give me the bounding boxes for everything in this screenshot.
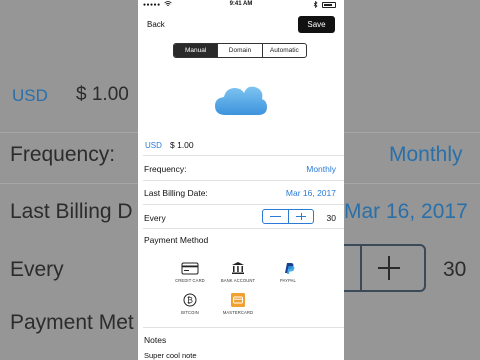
amount-field[interactable]: $ 1.00 xyxy=(170,140,194,150)
currency-code[interactable]: USD xyxy=(145,141,162,150)
payment-label: PAYPAL xyxy=(280,278,296,283)
mode-segmented-control: Manual Domain Automatic xyxy=(173,43,307,58)
notes-label: Notes xyxy=(144,335,167,345)
bank-icon xyxy=(227,261,249,275)
back-button[interactable]: Back xyxy=(147,20,165,29)
last-billing-value[interactable]: Mar 16, 2017 xyxy=(286,188,336,198)
cloud-icon[interactable] xyxy=(214,84,268,116)
every-stepper xyxy=(262,209,314,224)
payment-credit-card[interactable]: CREDIT CARD xyxy=(168,261,212,283)
bg-plus-icon xyxy=(372,246,406,290)
payment-label: BANK ACCOUNT xyxy=(220,278,256,283)
bg-payment-label: Payment Met xyxy=(10,311,134,334)
tab-manual[interactable]: Manual xyxy=(174,44,218,57)
payment-label: CREDIT CARD xyxy=(175,278,205,283)
notes-field[interactable]: Super cool note xyxy=(144,351,197,360)
bg-currency-code: USD xyxy=(12,86,48,105)
every-label: Every xyxy=(144,213,166,223)
last-billing-label: Last Billing Date: xyxy=(144,188,208,198)
divider xyxy=(143,228,344,229)
bg-frequency-label: Frequency: xyxy=(10,143,116,166)
bluetooth-icon xyxy=(313,0,318,10)
payment-label: BITCOIN xyxy=(181,310,199,315)
frequency-label: Frequency: xyxy=(144,164,187,174)
save-button[interactable]: Save xyxy=(298,16,335,33)
payment-bitcoin[interactable]: ₿ BITCOIN xyxy=(168,293,212,315)
payment-paypal[interactable]: PAYPAL xyxy=(266,261,310,283)
bg-last-billing-label: Last Billing D xyxy=(10,200,133,223)
divider xyxy=(143,204,344,205)
frequency-value[interactable]: Monthly xyxy=(306,164,336,174)
paypal-icon xyxy=(277,261,299,275)
bg-every-label: Every xyxy=(10,258,64,281)
status-bar: ●●●●● 9:41 AM xyxy=(138,0,344,10)
decrement-button[interactable] xyxy=(263,210,288,223)
payment-label: MASTERCARD xyxy=(222,310,254,315)
bitcoin-icon: ₿ xyxy=(179,293,201,307)
payment-mastercard[interactable]: MASTERCARD xyxy=(216,293,260,315)
bg-frequency-value: Monthly xyxy=(389,143,463,166)
credit-card-icon xyxy=(179,261,201,275)
payment-bank-account[interactable]: BANK ACCOUNT xyxy=(216,261,260,283)
divider xyxy=(143,155,344,156)
bg-last-billing-value: Mar 16, 2017 xyxy=(344,200,468,223)
divider xyxy=(143,327,344,328)
phone-screen: ●●●●● 9:41 AM Back Save Manual Domain Au… xyxy=(138,0,344,360)
tab-domain[interactable]: Domain xyxy=(217,44,261,57)
bg-stepper-divider xyxy=(360,246,362,292)
divider xyxy=(143,180,344,181)
every-value: 30 xyxy=(326,213,336,223)
bg-every-value: 30 xyxy=(443,258,467,281)
increment-button[interactable] xyxy=(287,210,314,223)
payment-method-title: Payment Method xyxy=(144,235,209,245)
battery-icon xyxy=(322,2,336,8)
tab-automatic[interactable]: Automatic xyxy=(261,44,306,57)
mastercard-icon xyxy=(227,293,249,307)
svg-text:₿: ₿ xyxy=(187,296,193,305)
bg-amount: $ 1.00 xyxy=(76,84,129,105)
